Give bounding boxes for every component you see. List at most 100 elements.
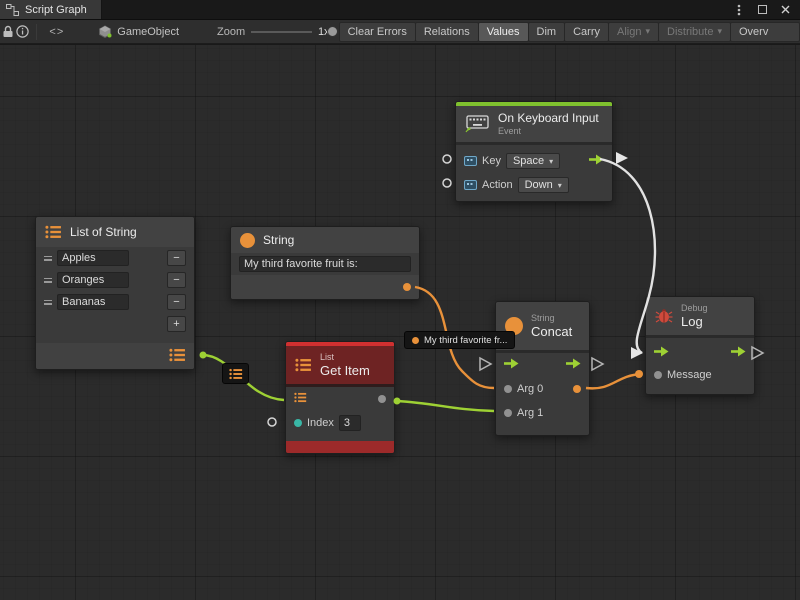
index-input[interactable] xyxy=(339,415,361,431)
index-input-port[interactable] xyxy=(294,419,302,427)
node-get-item[interactable]: List Get Item Index xyxy=(285,341,395,454)
message-input-port[interactable] xyxy=(654,371,662,379)
chevron-down-icon: ▾ xyxy=(558,181,562,190)
node-title: Log xyxy=(681,314,708,330)
unity-script-graph-window: Script Graph <> GameObject xyxy=(0,0,800,600)
add-item-button[interactable]: + xyxy=(167,316,186,332)
clear-errors-button[interactable]: Clear Errors xyxy=(339,22,416,42)
action-port-row: Action Down ▾ xyxy=(456,173,612,197)
flow-output-port[interactable] xyxy=(566,358,581,372)
graph-canvas[interactable]: On Keyboard Input Event Key Space ▾ xyxy=(0,45,800,600)
node-header[interactable]: On Keyboard Input Event xyxy=(456,106,612,142)
unconnected-port-icon[interactable] xyxy=(268,418,276,426)
list-item-input-0[interactable] xyxy=(57,250,129,266)
node-subtitle: Event xyxy=(498,126,599,137)
node-concat[interactable]: String Concat Arg 0 Arg 1 xyxy=(495,301,590,436)
wire-list-badge xyxy=(222,363,249,384)
chevron-down-icon: ▾ xyxy=(549,157,553,166)
node-on-keyboard-input[interactable]: On Keyboard Input Event Key Space ▾ xyxy=(455,101,613,202)
tab-script-graph[interactable]: Script Graph xyxy=(0,0,102,19)
unconnected-port-icon[interactable] xyxy=(443,179,451,187)
relations-button[interactable]: Relations xyxy=(415,22,479,42)
list-icon xyxy=(295,358,312,372)
keyboard-icon xyxy=(465,115,490,133)
node-header[interactable]: List of String xyxy=(36,217,194,247)
wire-preview-text: My third favorite fr... xyxy=(424,335,507,346)
info-icon[interactable] xyxy=(15,21,30,43)
node-category: Debug xyxy=(681,303,708,314)
flow-output-port[interactable] xyxy=(589,154,604,168)
bug-icon xyxy=(655,308,673,324)
code-icon[interactable]: <> xyxy=(43,26,70,38)
flow-input-port[interactable] xyxy=(504,358,519,372)
list-item-input-1[interactable] xyxy=(57,272,129,288)
wire-getitem-to-concat[interactable] xyxy=(396,401,494,411)
zoom-slider-knob[interactable] xyxy=(327,26,338,37)
values-button[interactable]: Values xyxy=(478,22,529,42)
list-input-port[interactable] xyxy=(294,392,307,406)
wire-endpoint-dot xyxy=(635,370,643,378)
align-label: Align xyxy=(617,26,641,38)
action-dropdown[interactable]: Down ▾ xyxy=(518,177,569,193)
gameobject-icon xyxy=(98,25,112,38)
gameobject-label: GameObject xyxy=(117,26,179,38)
list-output-row xyxy=(36,343,194,369)
drag-handle-icon[interactable] xyxy=(44,278,52,283)
zoom-slider[interactable] xyxy=(251,25,312,39)
drag-handle-icon[interactable] xyxy=(44,300,52,305)
string-output-port[interactable] xyxy=(403,283,411,291)
key-dropdown[interactable]: Space ▾ xyxy=(506,153,560,169)
dim-button[interactable]: Dim xyxy=(528,22,566,42)
flow-output-port[interactable] xyxy=(731,346,746,360)
window-close-icon[interactable] xyxy=(778,3,792,17)
action-value: Down xyxy=(525,179,553,191)
list-item-row: − xyxy=(36,269,194,291)
item-output-port[interactable] xyxy=(378,395,386,403)
node-header[interactable]: String xyxy=(231,227,419,253)
overview-button[interactable]: Overv xyxy=(730,22,800,42)
wire-arrowhead-icon xyxy=(616,152,628,164)
node-title: Get Item xyxy=(320,363,370,379)
add-item-row: + xyxy=(36,313,194,335)
distribute-button[interactable]: Distribute ▾ xyxy=(658,22,731,42)
string-value-input[interactable] xyxy=(239,256,411,272)
node-title: String xyxy=(263,233,294,247)
flow-input-port[interactable] xyxy=(654,346,669,360)
wire-arrowhead-icon xyxy=(631,347,643,359)
list-output-port[interactable] xyxy=(169,348,186,365)
list-item-row: − xyxy=(36,247,194,269)
carry-button[interactable]: Carry xyxy=(564,22,609,42)
remove-item-button[interactable]: − xyxy=(167,294,186,310)
zoom-label: Zoom xyxy=(217,26,245,38)
keycap-icon xyxy=(464,156,477,166)
align-button[interactable]: Align ▾ xyxy=(608,22,659,42)
node-list-of-string[interactable]: List of String − − − + xyxy=(35,216,195,370)
arg1-input-port[interactable] xyxy=(504,409,512,417)
error-footer-bar xyxy=(286,441,394,453)
chevron-down-icon: ▾ xyxy=(717,26,722,37)
window-menu-icon[interactable] xyxy=(732,3,746,17)
list-icon xyxy=(169,348,186,362)
node-title: List of String xyxy=(70,225,137,239)
drag-handle-icon[interactable] xyxy=(44,256,52,261)
gameobject-ref[interactable]: GameObject xyxy=(98,25,179,38)
window-maximize-icon[interactable] xyxy=(755,3,769,17)
tab-title: Script Graph xyxy=(25,4,87,16)
list-item-input-2[interactable] xyxy=(57,294,129,310)
wire-concat-to-log[interactable] xyxy=(586,374,640,388)
remove-item-button[interactable]: − xyxy=(167,250,186,266)
string-value-row xyxy=(231,253,419,275)
window-controls xyxy=(732,0,800,19)
node-header[interactable]: Debug Log xyxy=(646,297,754,335)
node-log[interactable]: Debug Log Message xyxy=(645,296,755,395)
title-bar: Script Graph xyxy=(0,0,800,20)
unconnected-port-icon[interactable] xyxy=(443,155,451,163)
node-header[interactable]: List Get Item xyxy=(286,346,394,384)
result-output-port[interactable] xyxy=(573,385,581,393)
string-output-row xyxy=(231,275,419,299)
remove-item-button[interactable]: − xyxy=(167,272,186,288)
lock-icon[interactable] xyxy=(0,21,15,43)
flow-row xyxy=(646,342,754,364)
arg0-input-port[interactable] xyxy=(504,385,512,393)
node-string-literal[interactable]: String xyxy=(230,226,420,300)
